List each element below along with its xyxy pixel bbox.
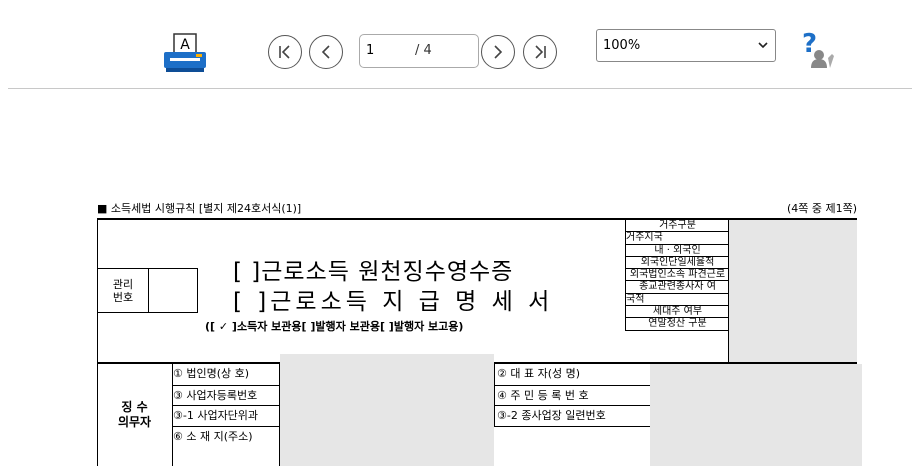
first-page-button[interactable]	[268, 35, 302, 69]
viewer-toolbar: A / 4 100%	[0, 0, 920, 88]
previous-page-button[interactable]	[309, 35, 343, 69]
residency-item: 국적	[626, 294, 729, 307]
field-label-business-unit: ③-1 사업자단위과	[173, 409, 259, 422]
zoom-value: 100%	[603, 38, 641, 53]
first-page-icon	[279, 45, 290, 59]
last-page-button[interactable]	[523, 35, 557, 69]
residency-item: 외국인단일세율적	[626, 257, 729, 270]
residency-item: 거주구분	[626, 220, 729, 233]
management-number-label: 관리 번호	[98, 269, 149, 312]
next-page-button[interactable]	[481, 35, 515, 69]
residency-item: 연말정산 구분	[626, 318, 729, 331]
field-label-company-name: ① 법인명(상 호)	[173, 367, 250, 380]
print-icon-letter: A	[180, 37, 190, 53]
field-label-address: ⑥ 소 재 지(주소)	[173, 430, 253, 443]
management-number-box: 관리 번호	[97, 268, 198, 313]
field-label-workplace-serial: ③-2 종사업장 일련번호	[497, 409, 606, 422]
column-divider	[494, 364, 495, 426]
toolbar-divider	[8, 88, 912, 89]
redacted-company-info	[280, 354, 494, 466]
residency-item: 내 · 외국인	[626, 245, 729, 257]
residency-item: 종교관련종사자 여	[626, 281, 729, 294]
form-reference: ■ 소득세법 시행규칙 [별지 제24호서식(1)]	[97, 202, 302, 215]
page-indicator: (4쪽 중 제1쪽)	[786, 202, 857, 215]
zoom-select[interactable]: 100%	[596, 29, 776, 62]
page-number-box: / 4	[359, 34, 479, 68]
form-title-receipt: [ ]근로소득 원천징수영수증	[233, 259, 514, 285]
form-title-statement: [ ]근로소득 지 급 명 세 서	[233, 289, 554, 315]
redacted-representative-info	[650, 364, 862, 466]
chevron-down-icon	[758, 42, 768, 49]
chevron-left-icon	[321, 45, 330, 59]
residency-item: 거주지국	[626, 232, 729, 245]
field-label-business-number: ③ 사업자등록번호	[173, 389, 258, 402]
page-number-input[interactable]	[366, 43, 410, 58]
residency-item: 세대주 여부	[626, 306, 729, 319]
residency-item: 외국법인소속 파견근로	[626, 269, 729, 282]
residency-table: 거주구분 거주지국 내 · 외국인 외국인단일세율적 외국법인소속 파견근로 종…	[625, 220, 729, 331]
field-label-resident-number: ④ 주 민 등 록 번 호	[497, 389, 589, 402]
page-total-label: / 4	[415, 43, 432, 58]
print-icon[interactable]: A	[162, 32, 208, 74]
withholding-agent-label: 징 수 의무자	[97, 364, 173, 466]
redacted-residency-values	[729, 220, 857, 362]
field-label-representative: ② 대 표 자(성 명)	[497, 367, 581, 380]
document-page: ■ 소득세법 시행규칙 [별지 제24호서식(1)] (4쪽 중 제1쪽) 관리…	[97, 200, 862, 466]
last-page-icon	[535, 45, 546, 59]
help-button[interactable]: ?	[792, 28, 838, 72]
help-icon: ?	[802, 29, 834, 68]
chevron-right-icon	[494, 45, 503, 59]
copy-type-line: ([ ✓ ]소득자 보관용[ ]발행자 보관용[ ]발행자 보고용)	[205, 320, 464, 333]
